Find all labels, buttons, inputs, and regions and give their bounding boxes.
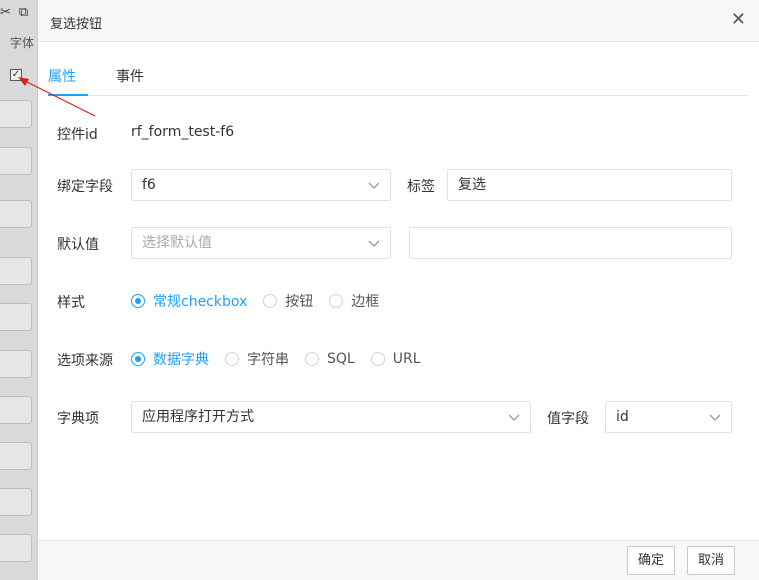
chevron-down-icon <box>508 414 520 421</box>
background-field <box>0 396 32 424</box>
dialog-header: 复选按钮 ✕ <box>38 0 759 42</box>
background-field <box>0 488 32 516</box>
dict-item-value: 应用程序打开方式 <box>142 409 254 425</box>
close-icon[interactable]: ✕ <box>731 10 746 30</box>
checkbox-component-icon[interactable]: ✓ <box>10 69 22 81</box>
background-field <box>0 442 32 470</box>
radio-unchecked-icon <box>263 294 278 308</box>
background-field <box>0 200 32 228</box>
radio-unchecked-icon <box>225 352 239 366</box>
option-source-sql[interactable]: SQL <box>305 351 355 367</box>
default-value-placeholder: 选择默认值 <box>142 235 212 251</box>
chevron-down-icon <box>368 240 380 247</box>
checkbox-settings-dialog: 复选按钮 ✕ 属性 事件 控件id rf_form_test-f6 绑定字段 f… <box>37 0 759 580</box>
background-field <box>0 303 32 331</box>
background-field <box>0 350 32 378</box>
style-label: 样式 <box>57 295 85 311</box>
tab-properties[interactable]: 属性 <box>48 66 76 86</box>
bind-field-select[interactable]: f6 <box>131 169 391 201</box>
tab-events[interactable]: 事件 <box>116 66 144 86</box>
background-editor: ✂ ⧉ 字体 ✓ <box>0 0 40 580</box>
chevron-down-icon <box>709 414 721 421</box>
value-field-value: id <box>616 409 629 425</box>
bind-field-label: 绑定字段 <box>57 179 113 195</box>
background-font-label: 字体 <box>10 36 35 50</box>
dialog-title: 复选按钮 <box>50 17 103 32</box>
default-value-label: 默认值 <box>57 237 99 253</box>
tag-input[interactable]: 复选 <box>447 169 732 201</box>
background-field <box>0 257 32 285</box>
background-toolbar: ✂ ⧉ <box>0 2 28 22</box>
radio-unchecked-icon <box>329 294 344 308</box>
copy-icon[interactable]: ⧉ <box>19 5 28 20</box>
option-source-option-label: URL <box>392 351 421 367</box>
value-field-select[interactable]: id <box>605 401 732 433</box>
radio-checked-icon <box>131 352 145 366</box>
active-tab-indicator <box>48 94 88 96</box>
background-field <box>0 100 32 128</box>
style-option-label: 常规checkbox <box>153 294 248 310</box>
dict-item-select[interactable]: 应用程序打开方式 <box>131 401 531 433</box>
radio-unchecked-icon <box>305 352 319 366</box>
style-option-label: 按钮 <box>285 294 314 310</box>
option-source-dictionary[interactable]: 数据字典 <box>131 349 209 369</box>
option-source-radio-group: 数据字典 字符串 SQL URL <box>131 349 437 369</box>
style-option-border[interactable]: 边框 <box>329 291 379 311</box>
option-source-option-label: 字符串 <box>247 352 289 368</box>
control-id-value: rf_form_test-f6 <box>131 124 235 140</box>
background-field <box>0 147 32 175</box>
default-value-select[interactable]: 选择默认值 <box>131 227 391 259</box>
chevron-down-icon <box>368 182 380 189</box>
tab-bar: 属性 事件 <box>48 56 748 96</box>
default-value-text-input[interactable] <box>409 227 732 259</box>
tag-label: 标签 <box>407 179 435 195</box>
confirm-button[interactable]: 确定 <box>627 546 676 575</box>
style-radio-group: 常规checkbox 按钮 边框 <box>131 291 395 311</box>
option-source-option-label: SQL <box>327 351 355 367</box>
radio-unchecked-icon <box>370 352 385 366</box>
value-field-label: 值字段 <box>547 411 589 427</box>
background-field <box>0 534 32 562</box>
option-source-label: 选项来源 <box>57 353 113 369</box>
bind-field-value: f6 <box>142 177 156 193</box>
scissors-icon[interactable]: ✂ <box>0 5 11 20</box>
style-option-button[interactable]: 按钮 <box>263 291 313 311</box>
option-source-string[interactable]: 字符串 <box>225 349 289 369</box>
tag-input-value: 复选 <box>458 177 486 193</box>
radio-checked-icon <box>131 294 145 308</box>
option-source-option-label: 数据字典 <box>153 352 209 368</box>
style-option-label: 边框 <box>351 294 380 310</box>
style-option-checkbox[interactable]: 常规checkbox <box>131 291 247 311</box>
option-source-url[interactable]: URL <box>370 351 421 367</box>
control-id-label: 控件id <box>57 127 98 143</box>
dialog-footer: 确定 取消 <box>38 540 759 580</box>
cancel-button[interactable]: 取消 <box>687 546 736 575</box>
dict-item-label: 字典项 <box>57 411 99 427</box>
